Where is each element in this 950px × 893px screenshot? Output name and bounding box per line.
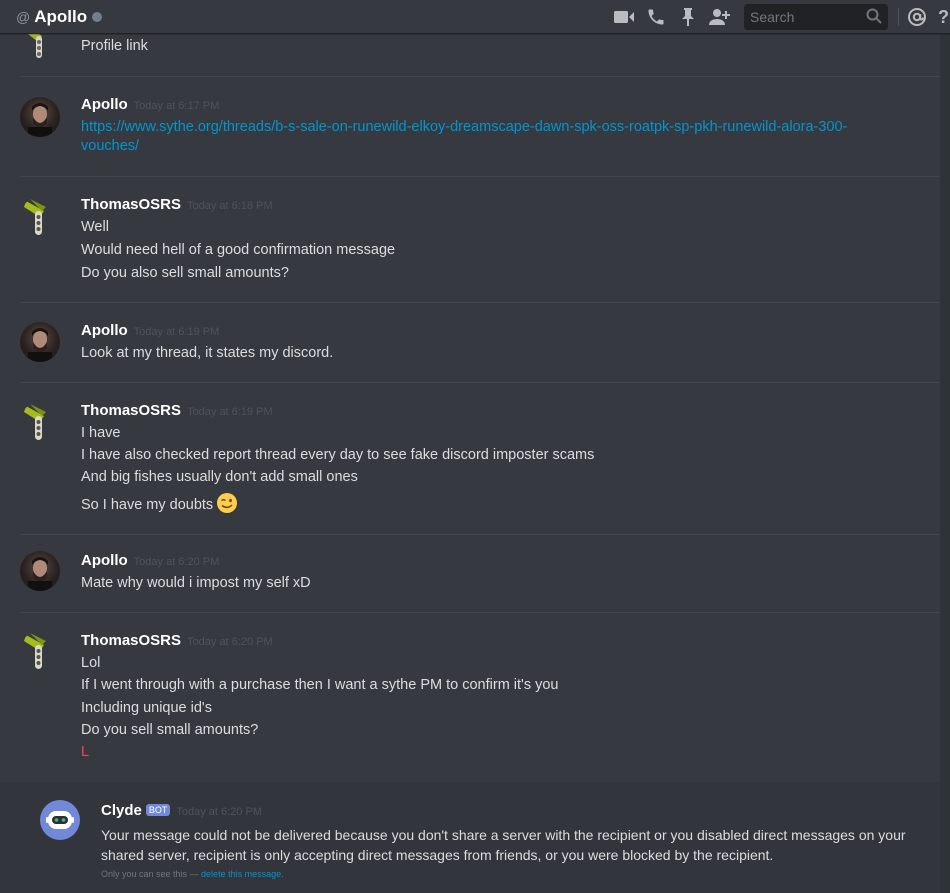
message-group: ThomasOSRS Today at 6:19 PM I have I have… bbox=[20, 382, 940, 534]
avatar[interactable] bbox=[20, 551, 60, 591]
message-text-failed: L bbox=[81, 744, 90, 760]
ephemeral-note-suffix: . bbox=[281, 869, 284, 879]
clyde-message: Clyde BOT Today at 6:20 PM Your message co… bbox=[0, 782, 940, 893]
author-name[interactable]: ThomasOSRS bbox=[81, 402, 181, 419]
message-link[interactable]: https://www.sythe.org/threads/b-s-sale-o… bbox=[81, 119, 847, 135]
message-text: Well bbox=[81, 219, 109, 235]
avatar[interactable] bbox=[20, 402, 60, 442]
winking-face-emoji-icon bbox=[216, 492, 238, 518]
author-name[interactable]: Apollo bbox=[81, 96, 128, 113]
clyde-avatar[interactable] bbox=[40, 800, 80, 840]
message-group: ThomasOSRS Today at 6:18 PM Well Would ne… bbox=[20, 176, 940, 302]
header-divider bbox=[898, 8, 899, 26]
author-name[interactable]: ThomasOSRS bbox=[81, 196, 181, 213]
status-offline-icon bbox=[92, 12, 103, 22]
pin-icon[interactable] bbox=[677, 6, 699, 28]
delete-message-link[interactable]: delete this message bbox=[201, 869, 281, 879]
message-group: Apollo Today at 6:19 PM Look at my thread… bbox=[20, 302, 940, 382]
message-group: Apollo Today at 6:17 PM https://www.sythe… bbox=[20, 76, 940, 176]
message-link[interactable]: vouches/ bbox=[81, 138, 139, 154]
bot-tag: BOT bbox=[145, 804, 171, 816]
author-name[interactable]: ThomasOSRS bbox=[81, 632, 181, 649]
scrollbar[interactable] bbox=[940, 34, 950, 893]
search-icon bbox=[866, 8, 882, 29]
message-author[interactable]: ThomasOSRS Today at 6:19 PM bbox=[81, 402, 273, 419]
video-call-icon[interactable] bbox=[613, 6, 635, 28]
message-timestamp: Today at 6:20 PM bbox=[176, 806, 262, 818]
avatar[interactable] bbox=[20, 197, 60, 237]
author-name[interactable]: Apollo bbox=[81, 552, 128, 569]
ephemeral-note-text: Only you can see this — bbox=[101, 869, 202, 879]
message-author[interactable]: Clyde BOT Today at 6:20 PM bbox=[101, 802, 262, 819]
voice-call-icon[interactable] bbox=[645, 6, 667, 28]
message-text: Do you sell small amounts? bbox=[81, 722, 259, 738]
clyde-message-text: Your message could not be delivered beca… bbox=[101, 827, 906, 863]
message-text: Look at my thread, it states my discord. bbox=[81, 345, 334, 361]
add-friend-icon[interactable] bbox=[708, 6, 730, 28]
message-timestamp: Today at 6:19 PM bbox=[133, 326, 220, 338]
author-name[interactable]: Clyde bbox=[101, 802, 142, 819]
message-author[interactable]: ThomasOSRS Today at 6:18 PM bbox=[81, 196, 273, 213]
message-author[interactable]: Apollo Today at 6:17 PM bbox=[81, 96, 219, 113]
message-group: Apollo Today at 6:20 PM Mate why would i … bbox=[20, 534, 940, 612]
message-text: Do you also sell small amounts? bbox=[81, 265, 289, 281]
channel-title: Apollo bbox=[34, 6, 88, 26]
message-text: So I have my doubts bbox=[81, 492, 238, 518]
ephemeral-note: Only you can see this — delete this mess… bbox=[101, 869, 284, 879]
dm-at-symbol: @ bbox=[16, 8, 31, 25]
message-text-content: So I have my doubts bbox=[81, 496, 214, 513]
message-text: Mate why would i impost my self xD bbox=[81, 575, 311, 591]
message-timestamp: Today at 6:17 PM bbox=[133, 100, 220, 112]
avatar[interactable] bbox=[20, 97, 60, 137]
author-name[interactable]: Apollo bbox=[81, 322, 128, 339]
message-text: And big fishes usually don't add small o… bbox=[81, 469, 358, 485]
message-text: Would need hell of a good confirmation m… bbox=[81, 242, 396, 258]
message-author[interactable]: Apollo Today at 6:20 PM bbox=[81, 552, 219, 569]
message-group: ThomasOSRS Today at 6:20 PM Lol If I went… bbox=[20, 612, 940, 782]
message-text: I have also checked report thread every … bbox=[81, 447, 595, 463]
message-text: Profile link bbox=[81, 38, 148, 54]
avatar[interactable] bbox=[20, 631, 60, 671]
message-timestamp: Today at 6:20 PM bbox=[133, 556, 220, 568]
message-list: Profile link Apollo Today at 6:17 PM http… bbox=[0, 28, 940, 893]
mention-icon[interactable] bbox=[906, 6, 928, 28]
message-timestamp: Today at 6:19 PM bbox=[187, 406, 273, 418]
message-timestamp: Today at 6:18 PM bbox=[187, 200, 273, 212]
search-input[interactable] bbox=[750, 9, 866, 25]
message-text: Lol bbox=[81, 655, 101, 671]
avatar[interactable] bbox=[20, 322, 60, 362]
message-text: I have bbox=[81, 425, 121, 441]
message-text: Including unique id's bbox=[81, 700, 212, 716]
search-box[interactable] bbox=[744, 4, 888, 30]
message-timestamp: Today at 6:20 PM bbox=[187, 636, 273, 648]
message-text: If I went through with a purchase then I… bbox=[81, 677, 559, 693]
message-author[interactable]: Apollo Today at 6:19 PM bbox=[81, 322, 219, 339]
channel-header: @ Apollo ? bbox=[0, 0, 950, 34]
help-icon[interactable]: ? bbox=[938, 6, 950, 28]
message-author[interactable]: ThomasOSRS Today at 6:20 PM bbox=[81, 632, 273, 649]
